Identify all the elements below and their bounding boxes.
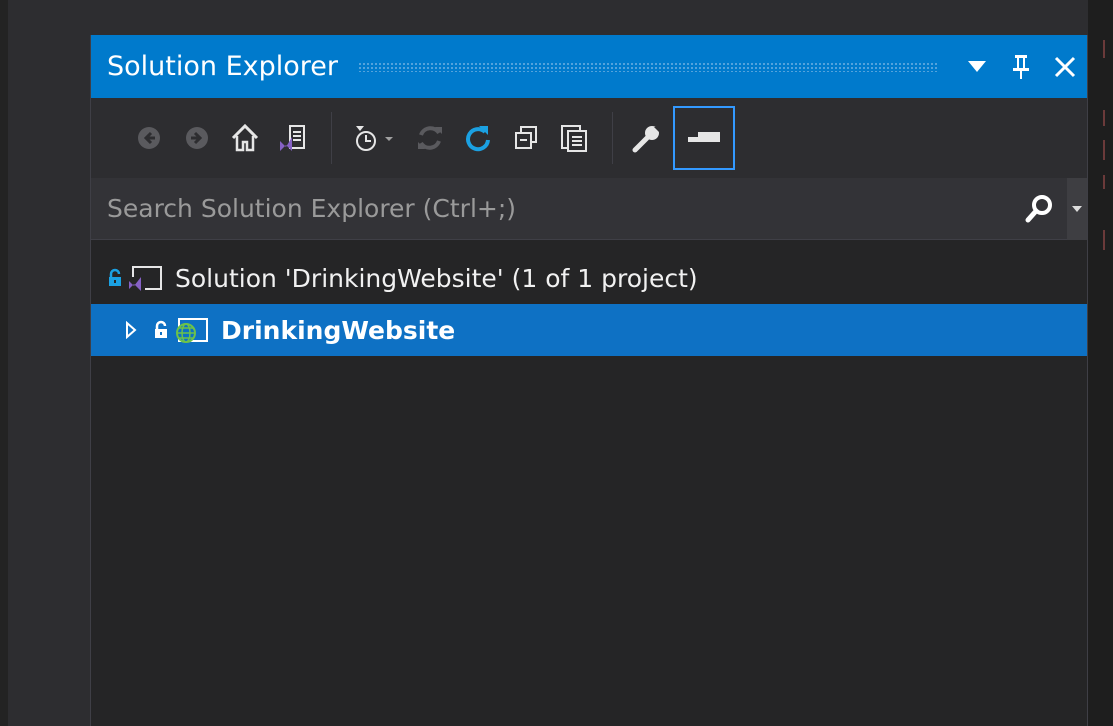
pending-changes-filter-icon (356, 126, 393, 151)
panel-title-bar[interactable]: Solution Explorer (91, 35, 1087, 98)
editor-margin (1088, 0, 1113, 726)
sync-icon (418, 126, 442, 150)
show-all-files-icon (561, 125, 587, 152)
back-icon (138, 127, 160, 149)
sync-button[interactable] (408, 112, 452, 164)
margin-mark (1103, 40, 1105, 58)
collapse-all-icon (515, 126, 537, 149)
lock-icon (107, 268, 123, 288)
search-button[interactable] (1011, 178, 1067, 240)
expand-arrow-icon[interactable] (125, 321, 137, 339)
home-icon (231, 123, 259, 152)
lock-icon (153, 320, 169, 340)
tree-item-solution[interactable]: Solution 'DrinkingWebsite' (1 of 1 proje… (91, 252, 1087, 304)
solution-tree: Solution 'DrinkingWebsite' (1 of 1 proje… (91, 240, 1087, 356)
solution-explorer-toolbar (91, 98, 1087, 178)
solution-explorer-panel: Solution Explorer Search Solution Explor… (90, 35, 1088, 726)
search-input[interactable] (91, 177, 1011, 240)
show-all-files-button[interactable] (552, 112, 596, 164)
chevron-down-icon (968, 61, 986, 72)
search-icon (1025, 194, 1052, 222)
web-project-icon (173, 315, 209, 345)
collapse-all-button[interactable] (504, 112, 548, 164)
margin-mark (1103, 110, 1105, 126)
solution-icon (127, 263, 163, 293)
panel-title: Solution Explorer (107, 51, 338, 82)
pin-button[interactable] (999, 35, 1043, 98)
preview-selected-items-icon (688, 132, 720, 142)
search-options-dropdown[interactable] (1067, 177, 1087, 240)
tree-item-project[interactable]: DrinkingWebsite (91, 304, 1087, 356)
switch-views-button[interactable] (271, 112, 315, 164)
left-editor-strip (0, 0, 8, 726)
margin-mark (1103, 230, 1105, 250)
close-button[interactable] (1043, 35, 1087, 98)
home-button[interactable] (223, 112, 267, 164)
properties-button[interactable] (625, 112, 669, 164)
project-label: DrinkingWebsite (221, 315, 456, 345)
forward-button[interactable] (175, 112, 219, 164)
wrench-icon (632, 126, 660, 153)
toolbar-separator (612, 112, 613, 164)
preview-selected-items-button[interactable] (673, 106, 735, 170)
toolbar-separator (331, 112, 332, 164)
solution-label: Solution 'DrinkingWebsite' (1 of 1 proje… (175, 263, 698, 293)
margin-mark (1103, 175, 1105, 189)
window-position-dropdown-button[interactable] (955, 35, 999, 98)
margin-mark (1103, 140, 1105, 160)
switch-views-icon (280, 125, 305, 151)
pin-icon (1013, 54, 1029, 79)
search-bar (91, 177, 1087, 240)
close-icon (1054, 56, 1076, 77)
pending-changes-filter-button[interactable] (344, 112, 404, 164)
back-button[interactable] (127, 112, 171, 164)
chevron-down-icon (1072, 205, 1082, 212)
refresh-icon (466, 126, 490, 152)
refresh-button[interactable] (456, 112, 500, 164)
title-grip[interactable] (358, 61, 937, 72)
forward-icon (186, 127, 208, 149)
